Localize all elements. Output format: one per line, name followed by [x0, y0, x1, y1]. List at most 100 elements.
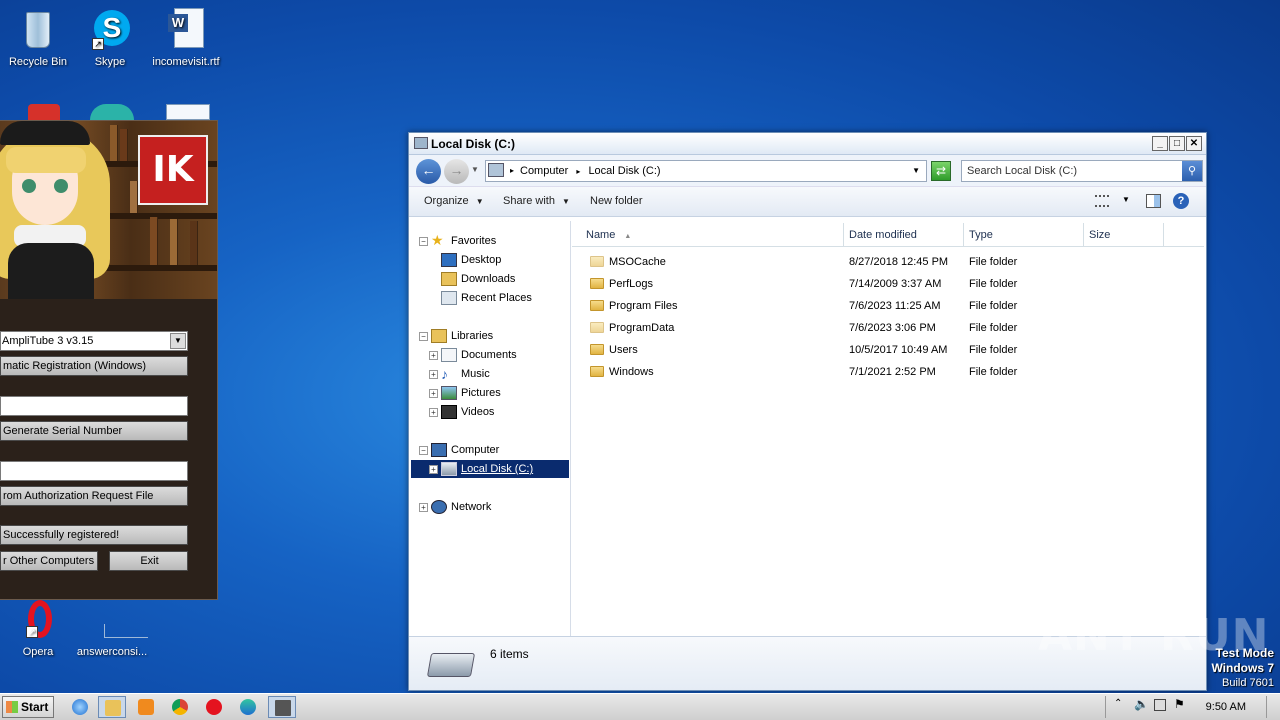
col-size[interactable]: Size: [1084, 223, 1164, 247]
breadcrumb-local-disk[interactable]: Local Disk (C:): [588, 165, 660, 177]
search-input[interactable]: Search Local Disk (C:) ⚲: [961, 160, 1203, 182]
nav-downloads[interactable]: Downloads: [411, 270, 569, 288]
from-auth-file-button[interactable]: rom Authorization Request File: [0, 486, 188, 506]
expand-icon[interactable]: +: [429, 351, 438, 360]
expand-icon[interactable]: +: [429, 370, 438, 379]
col-name[interactable]: Name ▲: [572, 223, 844, 247]
taskbar: Start ⌃ 🔈 ⚑ 9:50 AM: [0, 693, 1280, 720]
desktop-icon-skype[interactable]: S ↗ Skype: [72, 8, 148, 68]
expand-icon[interactable]: +: [419, 503, 428, 512]
action-center-flag-icon[interactable]: ⚑: [1174, 697, 1185, 711]
breadcrumb-sep-icon: ▸: [576, 167, 581, 176]
file-list[interactable]: Name ▲ Date modified Type Size MSOCache …: [572, 221, 1204, 636]
downloads-icon: [441, 272, 457, 286]
other-computers-button[interactable]: r Other Computers: [0, 551, 98, 571]
taskbar-edge[interactable]: [234, 696, 262, 718]
nav-favorites[interactable]: − ★ Favorites: [411, 232, 569, 250]
drive-icon: [441, 462, 457, 476]
network-tray-icon[interactable]: [1154, 699, 1166, 711]
desktop-icon-opera[interactable]: ↗ Opera: [0, 598, 76, 658]
share-with-button[interactable]: Share with ▼: [503, 195, 570, 207]
nav-recent-places[interactable]: Recent Places: [411, 289, 569, 307]
title-bar[interactable]: Local Disk (C:) _ □ ✕: [409, 133, 1206, 155]
maximize-button[interactable]: □: [1169, 136, 1185, 151]
start-button[interactable]: Start: [2, 696, 54, 718]
breadcrumb-computer[interactable]: Computer: [520, 165, 568, 177]
nav-local-disk[interactable]: + Local Disk (C:): [411, 460, 569, 478]
libraries-icon: [431, 329, 447, 343]
nav-desktop[interactable]: Desktop: [411, 251, 569, 269]
show-desktop-button[interactable]: [1266, 696, 1280, 718]
search-icon[interactable]: ⚲: [1182, 161, 1202, 181]
file-row-program-files[interactable]: Program Files 7/6/2023 11:25 AM File fol…: [572, 295, 1204, 317]
nav-documents[interactable]: + Documents: [411, 346, 569, 364]
nav-pictures[interactable]: + Pictures: [411, 384, 569, 402]
generate-serial-button[interactable]: Generate Serial Number: [0, 421, 188, 441]
view-options-icon[interactable]: [1095, 195, 1109, 207]
pictures-icon: [441, 386, 457, 400]
collapse-icon[interactable]: −: [419, 332, 428, 341]
nav-videos[interactable]: + Videos: [411, 403, 569, 421]
taskbar-keygen[interactable]: [268, 696, 296, 718]
preview-pane-icon[interactable]: [1146, 194, 1161, 208]
col-type[interactable]: Type: [964, 223, 1084, 247]
nav-network[interactable]: + Network: [411, 498, 569, 516]
collapse-icon[interactable]: −: [419, 237, 428, 246]
clock[interactable]: 9:50 AM: [1206, 698, 1246, 716]
keygen-window[interactable]: IK AmpliTube 3 v3.15 ▼ matic Registratio…: [0, 120, 218, 600]
show-hidden-icons-icon[interactable]: ⌃: [1114, 698, 1122, 709]
sort-ascending-icon: ▲: [624, 233, 632, 240]
folder-icon: [590, 366, 604, 377]
taskbar-explorer[interactable]: [98, 696, 126, 718]
desktop-icon-answerconsi[interactable]: answerconsi...: [74, 598, 150, 658]
nav-computer[interactable]: − Computer: [411, 441, 569, 459]
recent-pages-chevron-icon[interactable]: ▼: [471, 165, 479, 174]
taskbar-chrome[interactable]: [166, 696, 194, 718]
col-date-modified[interactable]: Date modified: [844, 223, 964, 247]
folder-icon: [590, 300, 604, 311]
folder-icon: [590, 322, 604, 333]
desktop-icon-recycle-bin[interactable]: Recycle Bin: [0, 8, 76, 68]
forward-button[interactable]: →: [444, 159, 469, 184]
close-button[interactable]: ✕: [1186, 136, 1202, 151]
file-row-users[interactable]: Users 10/5/2017 10:49 AM File folder: [572, 339, 1204, 361]
taskbar-ie[interactable]: [66, 696, 94, 718]
system-tray: ⌃ 🔈 ⚑ 9:50 AM: [1105, 696, 1280, 718]
help-icon[interactable]: ?: [1173, 193, 1189, 209]
expand-icon[interactable]: +: [429, 389, 438, 398]
collapse-icon[interactable]: −: [419, 446, 428, 455]
file-row-windows[interactable]: Windows 7/1/2021 2:52 PM File folder: [572, 361, 1204, 383]
exit-button[interactable]: Exit: [109, 551, 188, 571]
expand-icon[interactable]: +: [429, 408, 438, 417]
product-select[interactable]: AmpliTube 3 v3.15 ▼: [0, 331, 188, 351]
ik-logo: IK: [138, 135, 208, 205]
volume-icon[interactable]: 🔈: [1134, 697, 1149, 711]
desktop-icon-incomevisit[interactable]: W incomevisit.rtf: [148, 8, 224, 68]
auto-registration-button[interactable]: matic Registration (Windows): [0, 356, 188, 376]
refresh-button[interactable]: ⇄: [931, 161, 951, 181]
media-player-icon: [138, 699, 154, 715]
serial-field[interactable]: [0, 461, 188, 481]
nav-music[interactable]: + ♪ Music: [411, 365, 569, 383]
keygen-banner-art: IK: [0, 121, 217, 299]
expand-icon[interactable]: +: [429, 465, 438, 474]
minimize-button[interactable]: _: [1152, 136, 1168, 151]
item-count: 6 items: [490, 647, 529, 661]
back-button[interactable]: ←: [416, 159, 441, 184]
chevron-down-icon: ▼: [562, 197, 570, 206]
windows-logo-icon: [6, 701, 18, 713]
file-row-msocache[interactable]: MSOCache 8/27/2018 12:45 PM File folder: [572, 251, 1204, 273]
file-row-perflogs[interactable]: PerfLogs 7/14/2009 3:37 AM File folder: [572, 273, 1204, 295]
request-code-field[interactable]: [0, 396, 188, 416]
organize-button[interactable]: Organize ▼: [424, 195, 484, 207]
taskbar-opera[interactable]: [200, 696, 228, 718]
address-field[interactable]: ▸ Computer ▸ Local Disk (C:) ▼: [485, 160, 927, 182]
address-dropdown-icon[interactable]: ▼: [912, 161, 920, 181]
new-folder-button[interactable]: New folder: [590, 195, 643, 207]
explorer-window[interactable]: Local Disk (C:) _ □ ✕ ← → ▼ ▸ Computer ▸…: [408, 132, 1207, 691]
view-dropdown-icon[interactable]: ▼: [1122, 195, 1130, 204]
nav-libraries[interactable]: − Libraries: [411, 327, 569, 345]
network-icon: [431, 500, 447, 514]
taskbar-media-player[interactable]: [132, 696, 160, 718]
file-row-programdata[interactable]: ProgramData 7/6/2023 3:06 PM File folder: [572, 317, 1204, 339]
